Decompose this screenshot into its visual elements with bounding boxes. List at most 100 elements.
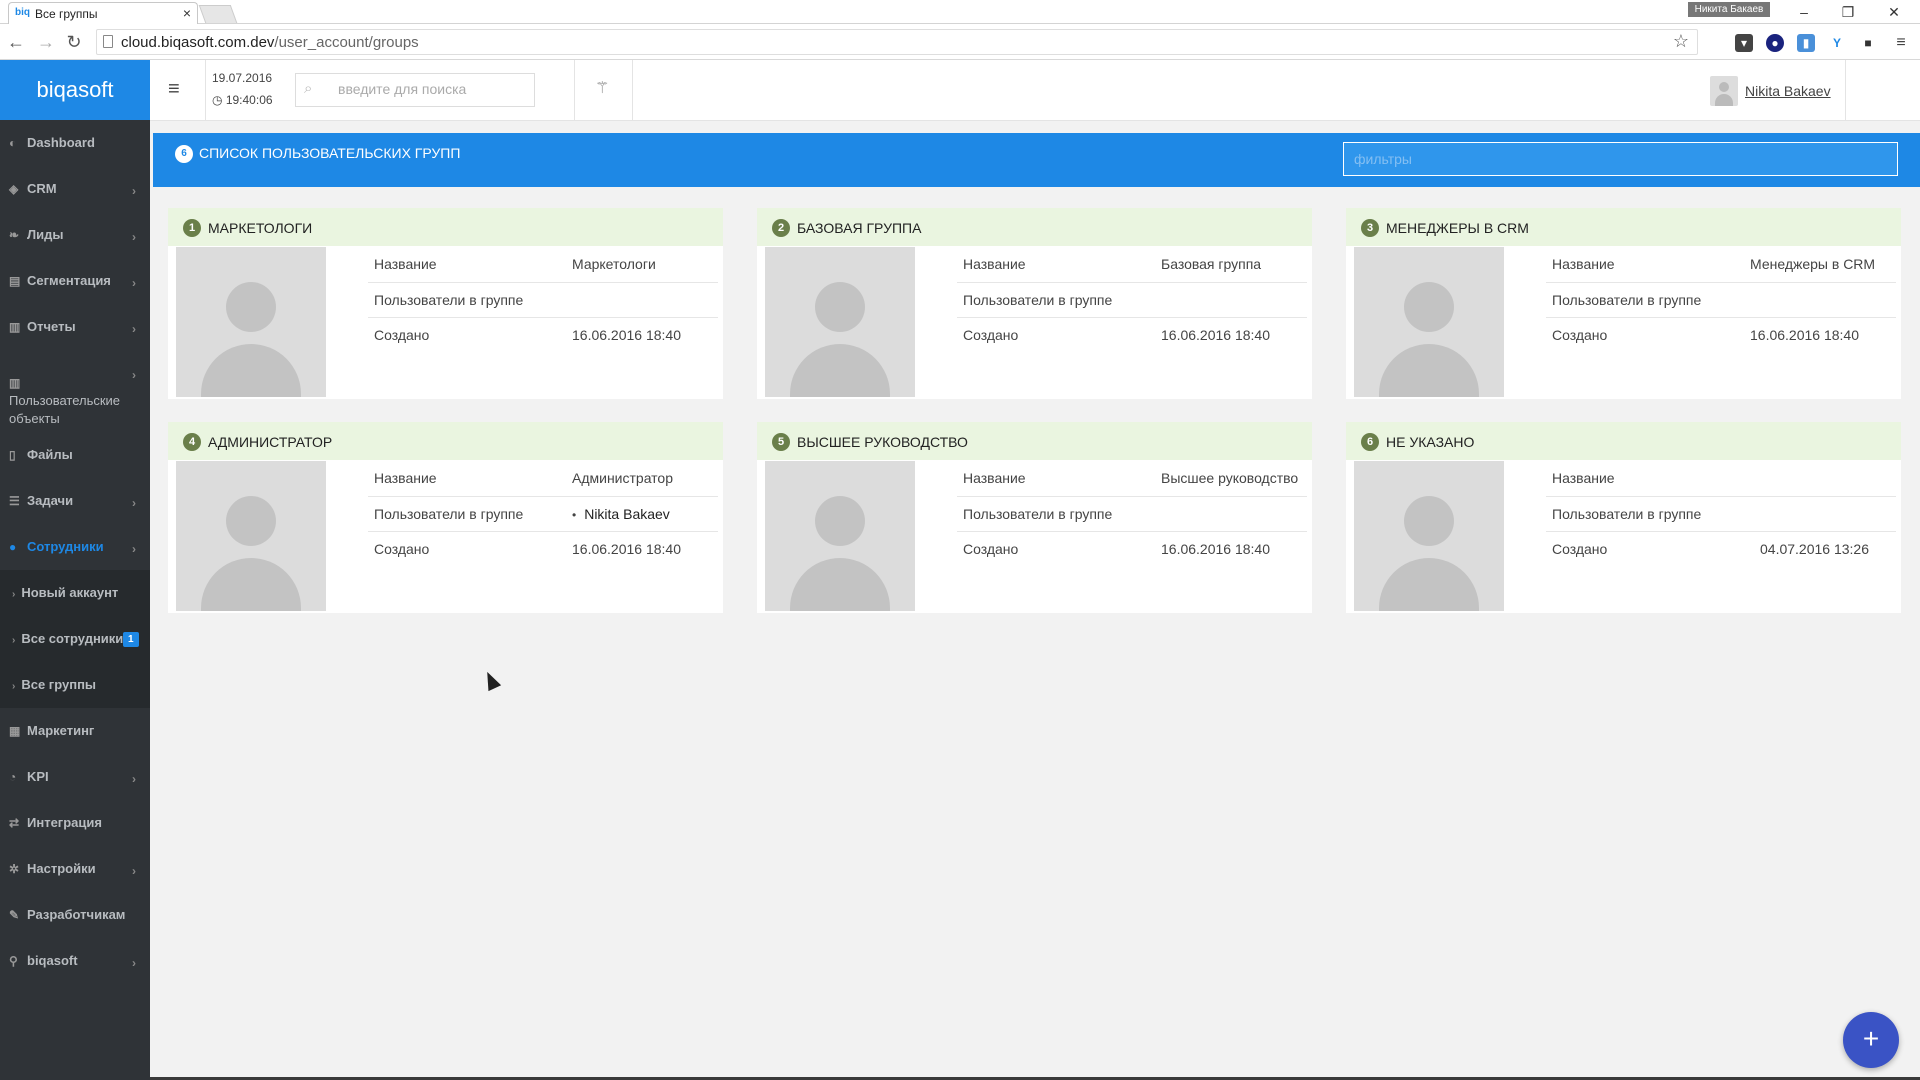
new-tab-button[interactable] <box>198 5 238 23</box>
sidebar-item-custom-objects[interactable]: ▥ Пользовательские объекты › <box>0 350 150 432</box>
sidebar-item-reports[interactable]: ▥ Отчеты › <box>0 304 150 350</box>
hamburger-menu-icon[interactable]: ≡ <box>168 78 180 101</box>
current-date: 19.07.2016 <box>212 71 273 85</box>
sidebar-item-dashboard[interactable]: ◐ Dashboard <box>0 120 150 166</box>
field-value: Маркетологи <box>566 247 718 283</box>
browser-tab-bar: biq Все группы × Никита Бакаев – ❐ ✕ <box>0 0 1920 24</box>
table-row: Название Администратор <box>368 461 718 497</box>
privacy-icon[interactable]: ● <box>1766 34 1784 52</box>
chevron-right-icon: › <box>132 368 136 382</box>
field-value: Администратор <box>566 461 718 497</box>
forward-icon[interactable]: → <box>36 32 56 52</box>
field-label: Создано <box>963 540 1019 557</box>
sidebar-item-integration[interactable]: ⇄ Интеграция <box>0 800 150 846</box>
group-number-badge: 1 <box>183 219 201 237</box>
group-card[interactable]: 2 Базовая группа Название Базовая группа … <box>757 208 1312 399</box>
reload-icon[interactable]: ↻ <box>64 32 84 52</box>
leaf-icon: ❧ <box>9 228 20 242</box>
group-title[interactable]: Базовая группа <box>797 220 921 236</box>
table-row: Создано 04.07.2016 13:26 <box>1546 531 1896 566</box>
camera-extension-icon[interactable]: ■ <box>1859 34 1877 52</box>
browser-profile[interactable]: Никита Бакаев <box>1688 2 1770 17</box>
group-title[interactable]: Маркетологи <box>208 220 312 236</box>
group-details-table: Название Базовая группа Пользователи в гр… <box>957 247 1307 352</box>
sidebar-item-kpi[interactable]: ◔ KPI › <box>0 754 150 800</box>
sidebar-item-files[interactable]: ▯ Файлы <box>0 432 150 478</box>
groups-count-badge: 6 <box>175 145 193 163</box>
group-title[interactable]: Администратор <box>208 434 332 450</box>
divider <box>632 60 633 121</box>
table-row: Название Базовая группа <box>957 247 1307 283</box>
field-label: Название <box>957 461 1155 497</box>
group-number-badge: 2 <box>772 219 790 237</box>
group-card-header: 3 Менеджеры в CRM <box>1346 208 1901 246</box>
field-value: 16.06.2016 18:40 <box>572 540 681 557</box>
user-name-link[interactable]: Nikita Bakaev <box>1745 83 1831 99</box>
sidebar-item-settings[interactable]: ✲ Настройки › <box>0 846 150 892</box>
table-row: Название <box>1546 461 1896 497</box>
table-row: Создано 16.06.2016 18:40 <box>368 531 718 566</box>
lock-extension-icon[interactable]: ▮ <box>1797 34 1815 52</box>
group-details-table: Название Пользователи в группе Создано 04… <box>1546 461 1896 566</box>
address-bar[interactable]: cloud.biqasoft.com.dev/user_account/grou… <box>96 29 1698 55</box>
field-label: Пользователи в группе <box>368 282 566 318</box>
pocket-icon[interactable]: ▾ <box>1735 34 1753 52</box>
tab-title: Все группы <box>35 7 98 21</box>
group-avatar-placeholder <box>176 247 326 397</box>
bank-icon: ▥ <box>9 320 21 334</box>
group-card[interactable]: 1 Маркетологи Название Маркетологи Пользо… <box>168 208 723 399</box>
group-card[interactable]: 6 Не указано Название Пользователи в гру… <box>1346 422 1901 613</box>
search-input[interactable] <box>336 80 526 98</box>
sidebar-item-marketing[interactable]: ▦ Маркетинг <box>0 708 150 754</box>
group-card[interactable]: 4 Администратор Название Администратор По… <box>168 422 723 613</box>
divider <box>574 60 575 121</box>
field-value: • Nikita Bakaev <box>566 496 718 532</box>
field-value <box>566 282 718 318</box>
field-label: Название <box>368 461 566 497</box>
sidebar-item-leads[interactable]: ❧ Лиды › <box>0 212 150 258</box>
filter-input[interactable] <box>1343 142 1898 176</box>
table-row: Пользователи в группе <box>368 282 718 318</box>
chevron-down-icon: › <box>132 542 136 556</box>
group-title[interactable]: Не указано <box>1386 434 1474 450</box>
field-label: Пользователи в группе <box>368 496 566 532</box>
sidebar-item-employees[interactable]: ● Сотрудники › <box>0 524 150 570</box>
table-row: Создано 16.06.2016 18:40 <box>957 317 1307 352</box>
exchange-icon: ⇄ <box>9 816 20 830</box>
restore-icon[interactable]: ❐ <box>1836 2 1860 22</box>
sidebar-subitem-new-account[interactable]: › Новый аккаунт <box>0 570 150 616</box>
minimize-icon[interactable]: – <box>1792 2 1816 22</box>
sidebar-subitem-all-employees[interactable]: › Все сотрудники 1 <box>0 616 150 662</box>
browser-tab[interactable]: biq Все группы × <box>8 2 198 24</box>
group-title[interactable]: Высшее руководство <box>797 434 968 450</box>
group-member-link[interactable]: Nikita Bakaev <box>584 506 670 522</box>
chart-icon: ▦ <box>9 724 21 738</box>
sidebar: biqasoft ◐ Dashboard ◈ CRM › ❧ Лиды › ▤ Сегмен… <box>0 60 150 1080</box>
sidebar-item-biqasoft[interactable]: ⚲ biqasoft › <box>0 938 150 984</box>
group-card[interactable]: 3 Менеджеры в CRM Название Менеджеры в CR… <box>1346 208 1901 399</box>
sidebar-subitem-all-groups[interactable]: › Все группы <box>0 662 150 708</box>
close-window-icon[interactable]: ✕ <box>1882 2 1906 22</box>
sidebar-item-crm[interactable]: ◈ CRM › <box>0 166 150 212</box>
sidebar-item-developers[interactable]: ✎ Разработчикам <box>0 892 150 938</box>
brand-logo[interactable]: biqasoft <box>0 60 150 120</box>
dashboard-icon: ◐ <box>9 136 17 150</box>
bookmark-star-icon[interactable]: ☆ <box>1673 31 1689 52</box>
group-avatar-placeholder <box>176 461 326 611</box>
chevron-right-icon: › <box>132 276 136 290</box>
magic-wand-icon[interactable]: ⚚ <box>595 78 609 98</box>
group-title[interactable]: Менеджеры в CRM <box>1386 220 1529 236</box>
table-row: Пользователи в группе <box>1546 282 1896 318</box>
back-icon[interactable]: ← <box>6 32 26 52</box>
sidebar-item-tasks[interactable]: ☰ Задачи › <box>0 478 150 524</box>
y-extension-icon[interactable]: Y <box>1828 34 1846 52</box>
field-label: Название <box>1546 247 1744 283</box>
group-details-table: Название Администратор Пользователи в гру… <box>368 461 718 566</box>
browser-menu-icon[interactable]: ≡ <box>1892 34 1910 52</box>
group-card[interactable]: 5 Высшее руководство Название Высшее руко… <box>757 422 1312 613</box>
add-group-button[interactable]: + <box>1843 1012 1899 1068</box>
close-tab-icon[interactable]: × <box>183 5 191 21</box>
group-details-table: Название Маркетологи Пользователи в групп… <box>368 247 718 352</box>
sidebar-item-segmentation[interactable]: ▤ Сегментация › <box>0 258 150 304</box>
search-box[interactable]: ⌕ <box>295 73 535 107</box>
